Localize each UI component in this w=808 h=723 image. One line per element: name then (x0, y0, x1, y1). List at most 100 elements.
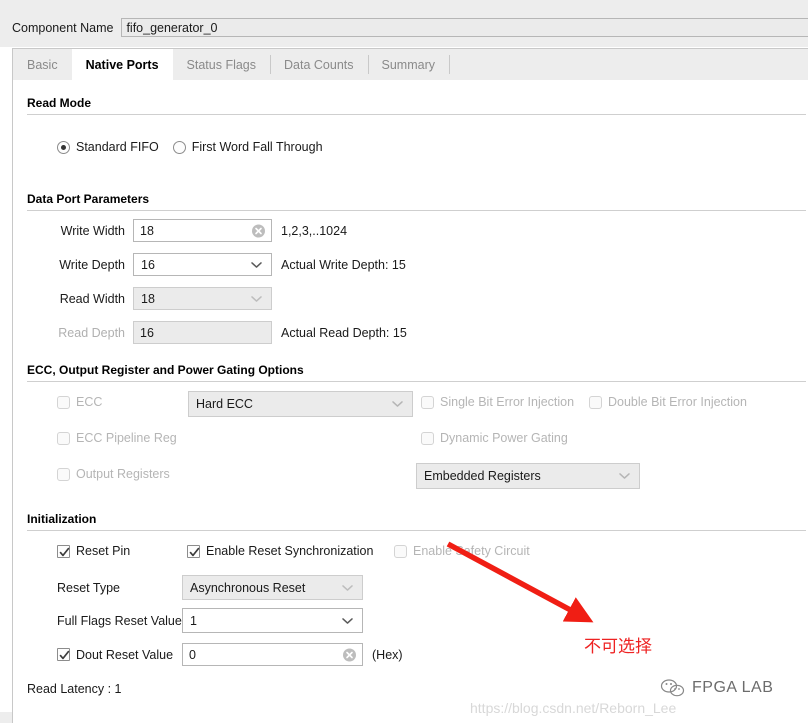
checkbox-icon (187, 544, 200, 558)
clear-icon[interactable] (252, 224, 265, 237)
radio-first-word-fall-through[interactable]: First Word Fall Through (172, 140, 323, 154)
component-name-input[interactable] (121, 18, 808, 37)
write-width-value: 18 (140, 223, 154, 238)
tab-native-ports[interactable]: Native Ports (71, 49, 173, 80)
row-read-depth: Read Depth 16 Actual Read Depth: 15 (13, 321, 407, 344)
radio-standard-fifo[interactable]: Standard FIFO (57, 140, 159, 154)
annotation-text: 不可选择 (584, 637, 652, 656)
dout-reset-value-input[interactable]: 0 (182, 643, 363, 666)
enable-safety-circuit-item: Enable Safety Circuit (394, 544, 530, 558)
section-title-data-port: Data Port Parameters (27, 192, 150, 206)
section-title-read-mode: Read Mode (27, 96, 92, 110)
chevron-down-icon (342, 617, 353, 624)
enable-safety-circuit-checkbox: Enable Safety Circuit (394, 544, 530, 558)
radio-label: First Word Fall Through (191, 140, 323, 154)
chevron-down-icon (392, 401, 403, 408)
tab-basic[interactable]: Basic (13, 49, 72, 80)
read-depth-label: Read Depth (58, 325, 125, 340)
single-bit-label: Single Bit Error Injection (440, 395, 575, 409)
write-depth-hint: Actual Write Depth: 15 (281, 257, 406, 272)
write-width-label: Write Width (60, 223, 125, 238)
checkbox-icon (394, 544, 407, 558)
read-depth-hint: Actual Read Depth: 15 (281, 325, 407, 340)
dynamic-power-gating-item: Dynamic Power Gating (421, 431, 568, 445)
read-width-combo: 18 (133, 287, 272, 310)
tab-bar: Basic Native Ports Status Flags Data Cou… (12, 48, 808, 80)
full-flags-reset-value-value: 1 (190, 613, 197, 628)
section-read-mode: Read Mode (13, 96, 808, 115)
tab-label: Basic (27, 57, 58, 72)
enable-reset-sync-label: Enable Reset Synchronization (206, 544, 374, 558)
tab-data-counts[interactable]: Data Counts (270, 49, 367, 80)
reset-type-label: Reset Type (57, 580, 121, 595)
tab-status-flags[interactable]: Status Flags (173, 49, 270, 80)
reset-type-combo: Asynchronous Reset (182, 575, 363, 600)
section-title-initialization: Initialization (27, 512, 97, 526)
section-initialization: Initialization (13, 512, 808, 531)
radio-label: Standard FIFO (76, 140, 159, 154)
reset-pin-item[interactable]: Reset Pin (57, 544, 130, 558)
double-bit-label: Double Bit Error Injection (608, 395, 747, 409)
section-divider (27, 381, 806, 382)
panel-bottom-edge (12, 712, 808, 723)
reset-pin-checkbox[interactable]: Reset Pin (57, 544, 130, 558)
single-bit-error-injection-checkbox: Single Bit Error Injection (421, 395, 574, 409)
dout-reset-value-suffix: (Hex) (372, 647, 403, 662)
section-ecc: ECC, Output Register and Power Gating Op… (13, 363, 808, 382)
ecc-mode-value: Hard ECC (196, 397, 253, 411)
write-width-input[interactable]: 18 (133, 219, 272, 242)
full-flags-reset-value-label: Full Flags Reset Value (57, 613, 182, 628)
output-registers-item: Output Registers (57, 467, 170, 481)
write-width-hint: 1,2,3,..1024 (281, 223, 348, 238)
window-bottom-strip (0, 712, 808, 723)
dynamic-power-gating-checkbox: Dynamic Power Gating (421, 431, 568, 445)
enable-reset-sync-checkbox[interactable]: Enable Reset Synchronization (187, 544, 373, 558)
tab-label: Native Ports (85, 57, 159, 72)
row-write-depth: Write Depth 16 Actual Write Depth: 15 (13, 253, 406, 276)
double-bit-item: Double Bit Error Injection (589, 395, 747, 409)
registers-type-combo: Embedded Registers (416, 463, 640, 489)
checkbox-icon (421, 395, 434, 409)
row-registers-type: Embedded Registers (416, 463, 640, 489)
row-read-width: Read Width 18 (13, 287, 272, 310)
read-latency-text: Read Latency : 1 (27, 682, 122, 696)
read-mode-radio-group: Standard FIFO First Word Fall Through (57, 140, 337, 154)
tab-bar-divider (448, 55, 450, 74)
tab-label: Status Flags (186, 57, 257, 72)
clear-icon[interactable] (343, 648, 356, 661)
read-depth-value: 16 (140, 325, 154, 340)
row-write-width: Write Width 18 1,2,3,..1024 (13, 219, 347, 242)
radio-icon (57, 140, 70, 154)
double-bit-error-injection-checkbox: Double Bit Error Injection (589, 395, 747, 409)
row-dout-reset-value: Dout Reset Value 0 (Hex) (57, 643, 403, 666)
dynamic-power-gating-label: Dynamic Power Gating (440, 431, 568, 445)
write-depth-value: 16 (141, 257, 155, 272)
component-name-row: Component Name (12, 18, 808, 37)
chevron-down-icon (619, 473, 630, 480)
section-data-port-parameters: Data Port Parameters (13, 192, 808, 211)
checkbox-icon (57, 467, 70, 481)
checkbox-icon (589, 395, 602, 409)
row-ecc-mode: Hard ECC (188, 391, 413, 417)
dout-reset-value-value: 0 (189, 647, 196, 662)
ecc-checkbox-item: ECC (57, 395, 102, 409)
enable-reset-sync-item[interactable]: Enable Reset Synchronization (187, 544, 373, 558)
checkbox-icon (57, 395, 70, 409)
reset-type-value: Asynchronous Reset (190, 580, 306, 595)
write-depth-combo[interactable]: 16 (133, 253, 272, 276)
checkbox-icon (57, 431, 70, 445)
dout-reset-value-checkbox[interactable]: Dout Reset Value (57, 648, 182, 662)
write-depth-label: Write Depth (59, 257, 125, 272)
section-divider (27, 210, 806, 211)
read-latency-label: Read Latency : 1 (27, 682, 122, 696)
chevron-down-icon (251, 295, 262, 302)
tab-label: Summary (381, 57, 435, 72)
output-registers-checkbox: Output Registers (57, 467, 170, 481)
full-flags-reset-value-combo[interactable]: 1 (182, 608, 363, 633)
read-width-label: Read Width (59, 291, 125, 306)
checkbox-icon (421, 431, 434, 445)
native-ports-panel: Read Mode Standard FIFO First Word Fall … (12, 80, 808, 712)
window-header: Component Name (0, 0, 808, 47)
tab-summary[interactable]: Summary (367, 49, 449, 80)
section-title-ecc: ECC, Output Register and Power Gating Op… (27, 363, 304, 377)
